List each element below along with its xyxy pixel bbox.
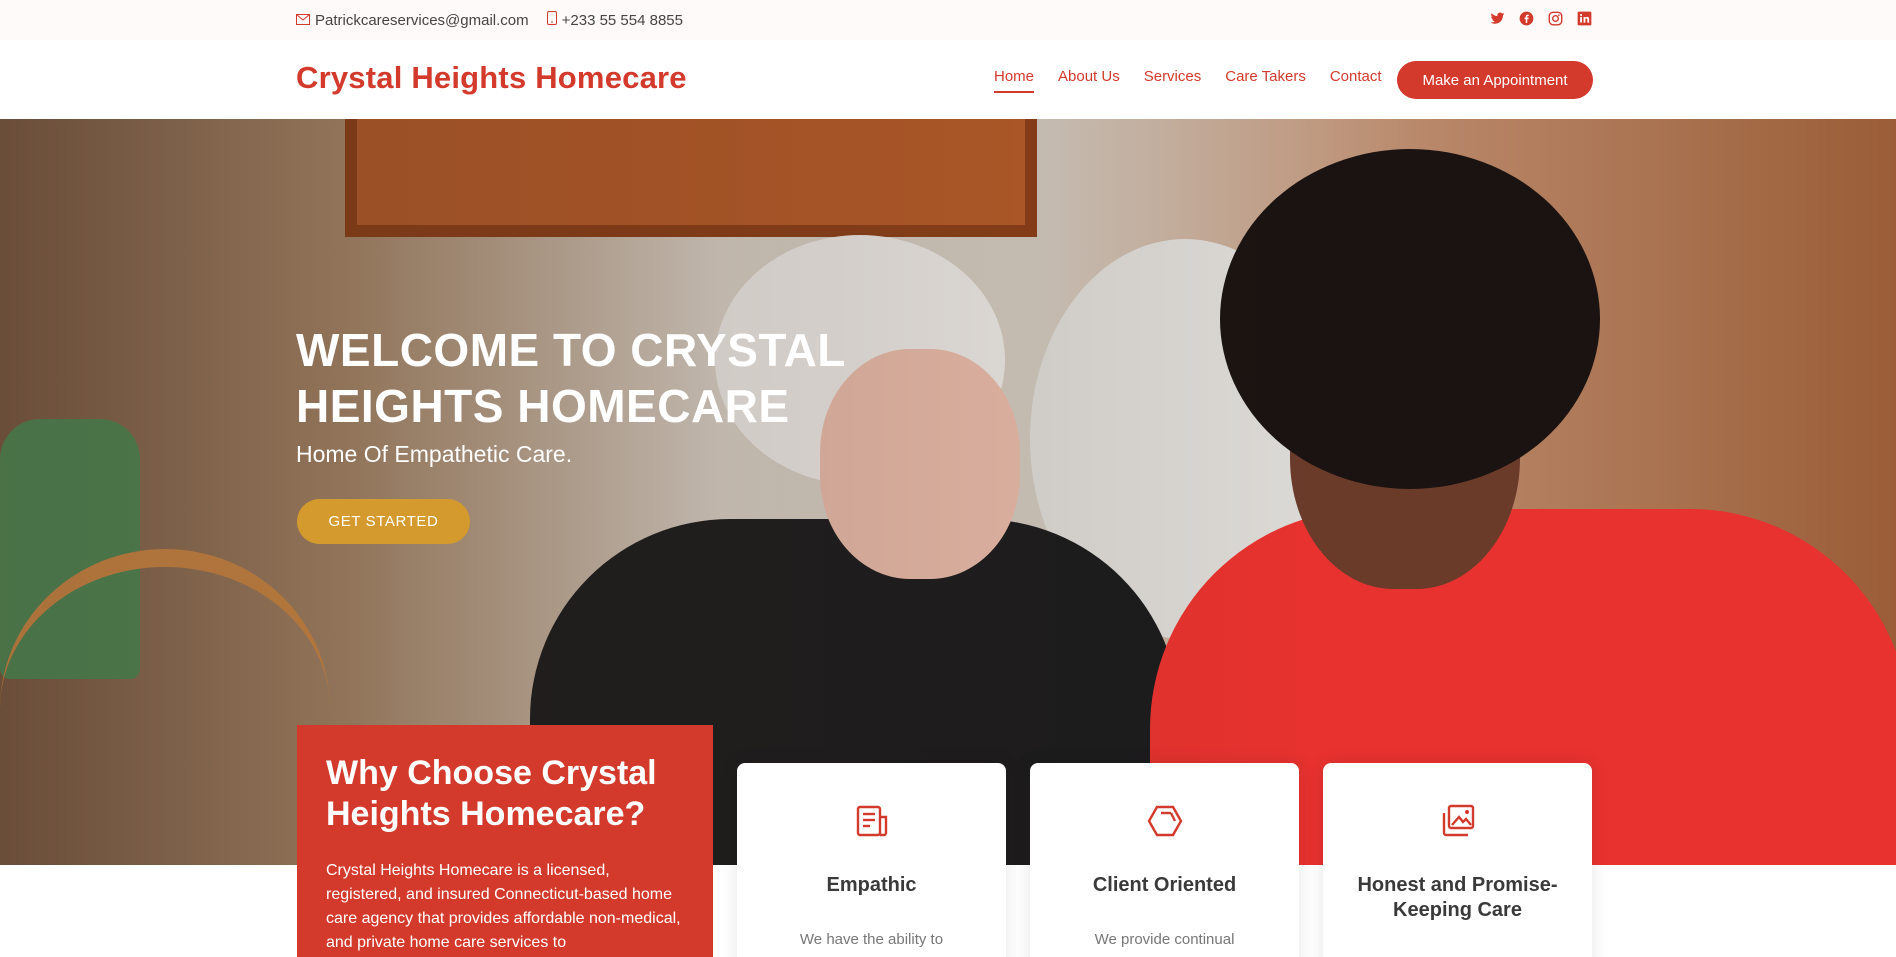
linkedin-icon[interactable]	[1577, 11, 1593, 27]
make-appointment-button[interactable]: Make an Appointment	[1397, 61, 1593, 99]
phone-text: +233 55 554 8855	[561, 11, 683, 29]
feature-card-client-oriented: Client Oriented We provide continual	[1030, 763, 1299, 957]
social-links	[1477, 11, 1593, 27]
nav-home[interactable]: Home	[994, 68, 1035, 93]
nav-contact[interactable]: Contact	[1330, 68, 1382, 93]
nav-care-takers[interactable]: Care Takers	[1225, 68, 1306, 93]
feature-card-honest-care: Honest and Promise-Keeping Care	[1323, 763, 1592, 957]
nav-about-us[interactable]: About Us	[1058, 68, 1120, 93]
phone-icon	[546, 11, 562, 29]
card-title: Empathic	[826, 874, 917, 896]
hero-title: WELCOME TO CRYSTAL HEIGHTS HOMECARE	[296, 324, 846, 432]
nav-services[interactable]: Services	[1144, 68, 1202, 93]
card-text: We provide continual	[1094, 931, 1235, 948]
document-icon	[854, 803, 890, 839]
hero-subtitle: Home Of Empathetic Care.	[296, 441, 573, 467]
card-title: Honest and Promise-Keeping Care	[1357, 874, 1558, 921]
main-header: Crystal Heights Homecare Home About Us S…	[0, 40, 1896, 119]
contact-info: Patrickcareservices@gmail.com +233 55 55…	[296, 11, 701, 29]
feature-card-empathic: Empathic We have the ability to	[737, 763, 1006, 957]
images-icon	[1440, 803, 1476, 839]
card-title: Client Oriented	[1092, 874, 1237, 896]
get-started-button[interactable]: GET STARTED	[297, 499, 470, 544]
why-choose-box: Why Choose Crystal Heights Homecare? Cry…	[297, 725, 713, 957]
site-logo[interactable]: Crystal Heights Homecare	[296, 60, 687, 96]
phone-link[interactable]: +233 55 554 8855	[546, 11, 683, 29]
facebook-icon[interactable]	[1519, 11, 1535, 27]
twitter-icon[interactable]	[1490, 11, 1506, 27]
hero-section: WELCOME TO CRYSTAL HEIGHTS HOMECARE Home…	[0, 119, 1896, 865]
instagram-icon[interactable]	[1548, 11, 1564, 27]
top-bar: Patrickcareservices@gmail.com +233 55 55…	[0, 0, 1896, 40]
why-choose-title: Why Choose Crystal Heights Homecare?	[326, 754, 657, 833]
why-choose-text: Crystal Heights Homecare is a licensed, …	[326, 862, 681, 951]
email-text: Patrickcareservices@gmail.com	[315, 11, 529, 29]
email-link[interactable]: Patrickcareservices@gmail.com	[296, 12, 529, 29]
main-nav: Home About Us Services Care Takers Conta…	[994, 68, 1406, 93]
hexagon-icon	[1147, 803, 1183, 839]
card-text: We have the ability to	[799, 931, 944, 948]
envelope-icon	[296, 12, 315, 29]
